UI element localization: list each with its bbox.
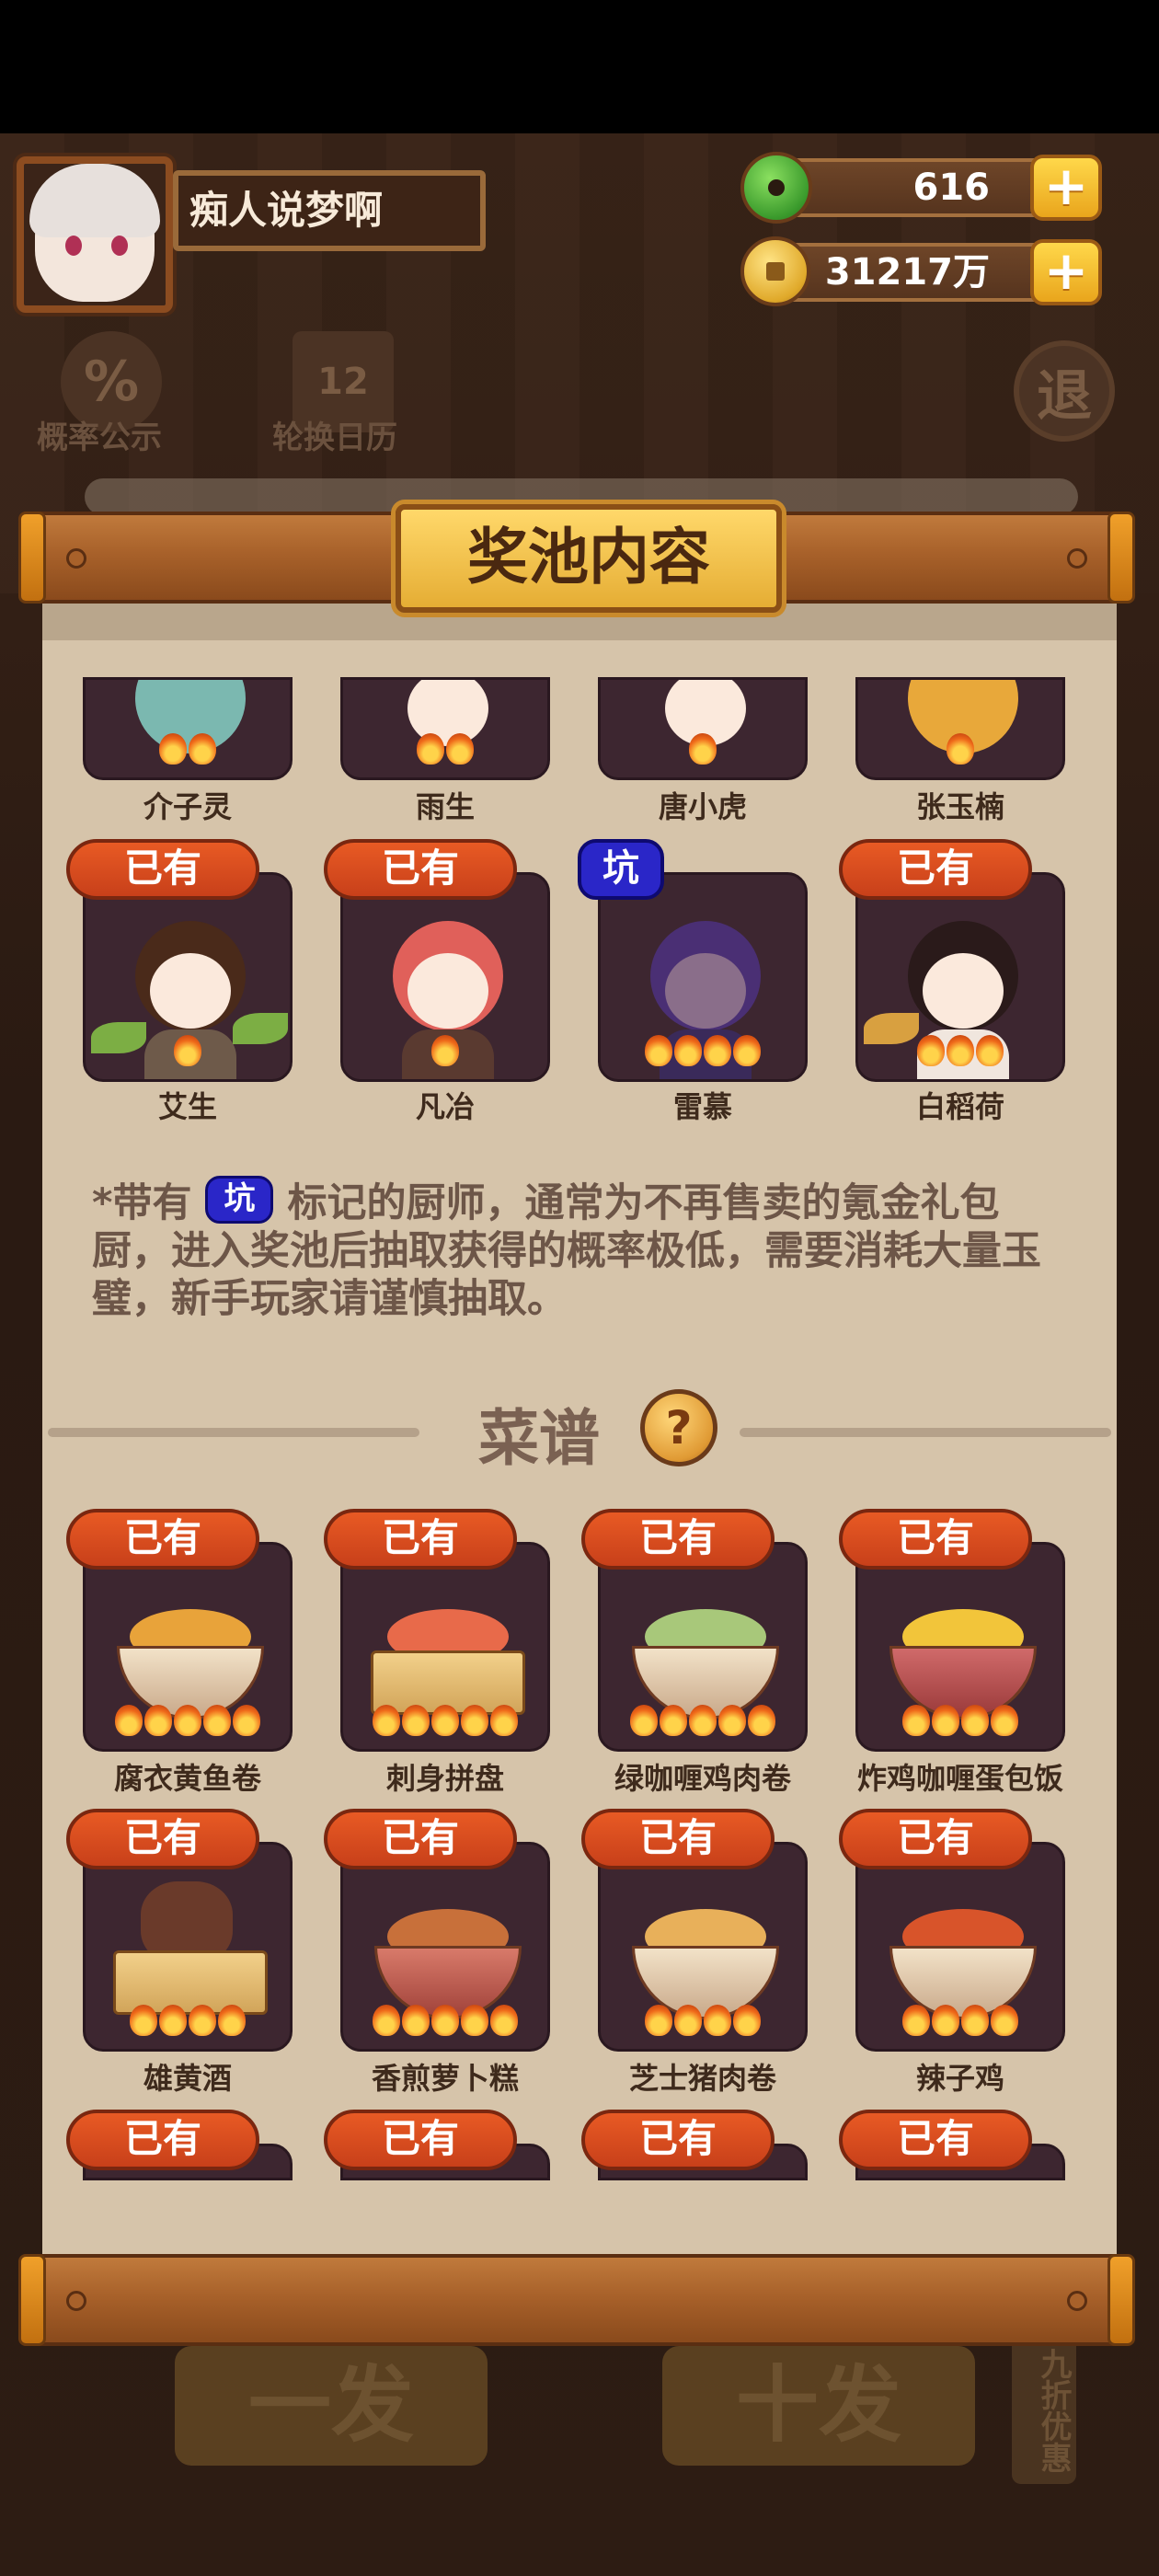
character-name: 介子灵	[143, 789, 232, 824]
recipe-name: 芝士猪肉卷	[628, 2061, 776, 2096]
modal-title: 奖池内容	[396, 504, 782, 613]
recipe-card[interactable]	[340, 1542, 550, 1752]
probability-label: 概率公示	[37, 420, 162, 456]
help-icon[interactable]: ?	[640, 1389, 717, 1466]
recipe-card[interactable]	[855, 1842, 1065, 2052]
owned-badge: 已有	[66, 1509, 259, 1570]
recipe-name: 香煎萝卜糕	[371, 2061, 519, 2096]
character-name: 雷慕	[672, 1089, 732, 1124]
recipe-card[interactable]	[340, 1842, 550, 2052]
owned-badge: 已有	[66, 839, 259, 900]
owned-badge: 已有	[324, 1809, 517, 1869]
owned-badge: 已有	[581, 1809, 775, 1869]
recipe-card[interactable]	[598, 1542, 808, 1752]
character-name: 雨生	[415, 789, 475, 824]
owned-badge: 已有	[324, 1509, 517, 1570]
discount-tag: 九折优惠	[1012, 2337, 1076, 2484]
recipe-name: 雄黄酒	[143, 2061, 232, 2096]
recipe-name: 辣子鸡	[915, 2061, 1004, 2096]
character-card[interactable]	[855, 677, 1065, 780]
owned-badge: 已有	[581, 1509, 775, 1570]
pit-note: *带有 坑 标记的厨师，通常为不再售卖的氪金礼包厨，进入奖池后抽取获得的概率极低…	[92, 1176, 1067, 1323]
exit-button: 退	[1014, 340, 1115, 442]
recipe-card[interactable]	[855, 1542, 1065, 1752]
owned-badge: 已有	[324, 839, 517, 900]
owned-badge: 已有	[839, 839, 1032, 900]
owned-badge: 已有	[839, 2110, 1032, 2170]
owned-badge: 已有	[66, 1809, 259, 1869]
recipe-name: 刺身拼盘	[385, 1761, 504, 1796]
draw-one-button: 一发	[175, 2346, 488, 2466]
character-name: 唐小虎	[658, 789, 747, 824]
status-bar-area	[0, 0, 1159, 133]
character-card[interactable]	[83, 872, 293, 1082]
character-card[interactable]	[340, 677, 550, 780]
owned-badge: 已有	[839, 1509, 1032, 1570]
character-name: 白稻荷	[915, 1089, 1004, 1124]
recipe-card[interactable]	[83, 1542, 293, 1752]
character-name: 艾生	[157, 1089, 217, 1124]
character-card[interactable]	[598, 872, 808, 1082]
pit-badge: 坑	[578, 839, 664, 900]
recipes-section-title: 菜谱	[478, 1403, 600, 1474]
character-card[interactable]	[855, 872, 1065, 1082]
draw-ten-button: 十发	[662, 2346, 975, 2466]
character-card[interactable]	[83, 677, 293, 780]
scroll-rod-bottom	[18, 2254, 1135, 2346]
section-divider-right	[740, 1428, 1111, 1437]
character-card[interactable]	[598, 677, 808, 780]
character-name: 张玉楠	[915, 789, 1004, 824]
recipe-name: 绿咖喱鸡肉卷	[614, 1761, 791, 1796]
recipe-card[interactable]	[83, 1842, 293, 2052]
calendar-label: 轮换日历	[272, 420, 397, 456]
recipe-name: 腐衣黄鱼卷	[113, 1761, 261, 1796]
section-divider-left	[48, 1428, 419, 1437]
add-jade-button[interactable]: +	[1030, 155, 1102, 221]
recipe-name: 炸鸡咖喱蛋包饭	[856, 1761, 1063, 1796]
owned-badge: 已有	[324, 2110, 517, 2170]
character-card[interactable]	[340, 872, 550, 1082]
pit-badge-inline: 坑	[205, 1176, 274, 1224]
owned-badge: 已有	[839, 1809, 1032, 1869]
character-name: 凡冶	[415, 1089, 475, 1124]
recipe-card[interactable]	[598, 1842, 808, 2052]
note-prefix: *带有	[92, 1180, 192, 1226]
coin-icon	[740, 236, 810, 306]
player-name: 痴人说梦啊	[173, 170, 486, 251]
owned-badge: 已有	[581, 2110, 775, 2170]
add-coin-button[interactable]: +	[1030, 239, 1102, 305]
owned-badge: 已有	[66, 2110, 259, 2170]
jade-icon	[740, 152, 812, 224]
player-avatar[interactable]	[17, 156, 173, 313]
